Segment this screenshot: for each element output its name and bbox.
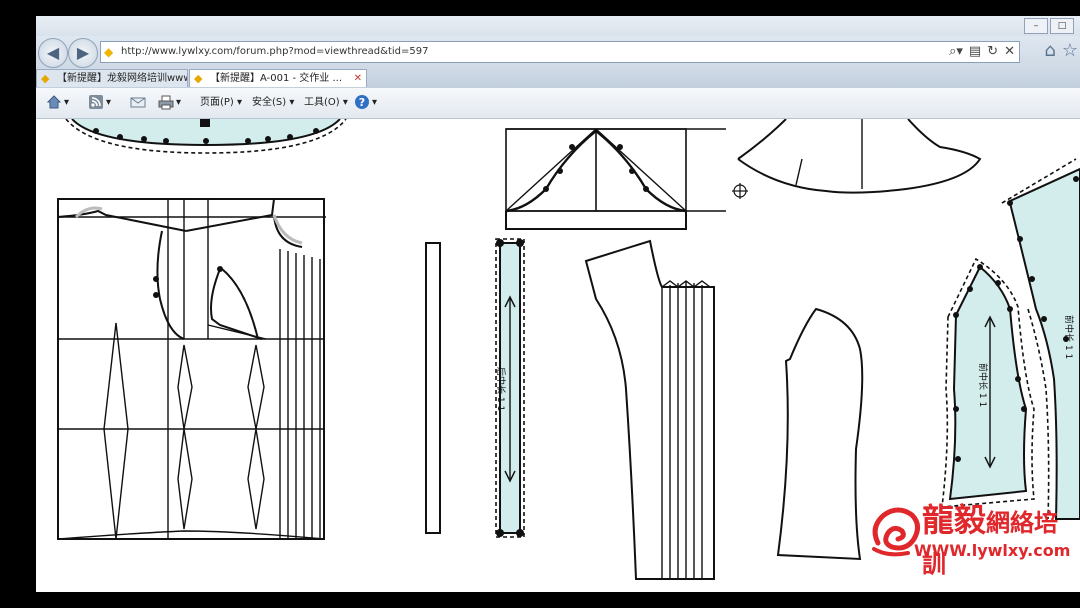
title-bar: – □ xyxy=(36,16,1080,36)
search-dropdown-icon[interactable]: ⌕▾ xyxy=(949,42,963,62)
site-favicon-icon: ◆ xyxy=(104,45,114,59)
home-icon[interactable]: ⌂ xyxy=(1044,40,1055,62)
collar-piece xyxy=(737,119,982,194)
dropdown-arrow-icon: ▾ xyxy=(106,97,112,108)
stop-icon[interactable]: ✕ xyxy=(1004,42,1015,62)
tab-lywlxy-home[interactable]: ◆ 【新提醒】龙毅网络培训www.... xyxy=(36,69,188,87)
front-dimension-label: 前中长 1 1 xyxy=(977,363,989,407)
minimize-button[interactable]: – xyxy=(1024,18,1048,34)
watermark-url: WWW.lywlxy.com xyxy=(914,541,1071,560)
back-button[interactable]: ◀ xyxy=(38,38,68,68)
tab-label: 【新提醒】A-001 - 交作业 ... xyxy=(210,73,342,84)
print-button[interactable]: ▾ xyxy=(158,94,181,112)
refresh-icon[interactable]: ↻ xyxy=(987,42,998,62)
tab-favicon-icon: ◆ xyxy=(194,72,203,85)
watermark-brand-text: 龍毅 xyxy=(922,501,987,539)
command-bar: ▾ ▾ ▾ 页面(P) ▾ 安全(S) ▾ 工具(O) ▾ ? ▾ xyxy=(36,88,1080,119)
navigation-bar: ◀ ▶ ◆ http://www.lywlxy.com/forum.php?mo… xyxy=(36,36,1080,68)
forward-button[interactable]: ▶ xyxy=(68,38,98,68)
toolbar-right-icons: ⌂ ☆ xyxy=(1044,40,1078,62)
star-icon[interactable]: ☆ xyxy=(1062,40,1078,62)
sleeve-cap-draft xyxy=(505,128,726,230)
pleated-side-piece xyxy=(584,239,715,580)
move-cursor-icon xyxy=(732,183,748,199)
top-curved-piece xyxy=(65,119,347,154)
back-arrow-icon: ◀ xyxy=(46,43,60,62)
dropdown-arrow-icon: ▾ xyxy=(372,97,378,108)
page-content: 后中长 1 1 前中长 1 1 前中长 1 1 龍毅網絡培訓 WWW.lywlx… xyxy=(36,119,1080,592)
svg-text:?: ? xyxy=(359,96,365,109)
forward-arrow-icon: ▶ xyxy=(76,43,90,62)
compat-view-icon[interactable]: ▤ xyxy=(969,42,981,62)
address-tools: ⌕▾ ▤ ↻ ✕ xyxy=(949,42,1015,62)
tab-label: 【新提醒】龙毅网络培训www.... xyxy=(57,73,187,84)
printer-icon xyxy=(158,95,174,110)
dropdown-arrow-icon: ▾ xyxy=(64,97,70,108)
url-text[interactable]: http://www.lywlxy.com/forum.php?mod=view… xyxy=(121,42,428,62)
tab-favicon-icon: ◆ xyxy=(41,72,50,85)
lywlxy-watermark: 龍毅網絡培訓 WWW.lywlxy.com xyxy=(864,501,1080,581)
narrow-strip-piece xyxy=(425,242,441,534)
window-controls: – □ xyxy=(1024,18,1074,34)
safety-menu[interactable]: 安全(S) ▾ xyxy=(252,94,294,112)
front-panel-piece xyxy=(941,257,1035,508)
tools-menu[interactable]: 工具(O) ▾ xyxy=(304,94,348,112)
browser-window: – □ ◀ ▶ ◆ http://www.lywlxy.com/forum.ph… xyxy=(36,16,1080,592)
dropdown-arrow-icon: ▾ xyxy=(176,97,182,108)
read-mail-button[interactable] xyxy=(130,94,148,112)
home-icon xyxy=(46,95,62,109)
address-bar[interactable]: ◆ http://www.lywlxy.com/forum.php?mod=vi… xyxy=(100,41,1020,63)
help-button[interactable]: ? ▾ xyxy=(354,94,377,112)
tab-a001-homework[interactable]: ◆ 【新提醒】A-001 - 交作业 ... ✕ xyxy=(189,69,367,87)
feeds-button[interactable]: ▾ xyxy=(88,94,111,112)
side-panel-piece xyxy=(776,307,864,561)
home-menu-button[interactable]: ▾ xyxy=(46,94,69,112)
rss-feed-icon xyxy=(89,95,103,109)
back-dimension-label: 前中长 1 1 xyxy=(1063,315,1075,359)
close-tab-icon[interactable]: ✕ xyxy=(354,70,362,87)
mail-icon xyxy=(130,97,146,108)
tab-bar: ◆ 【新提醒】龙毅网络培训www.... ◆ 【新提醒】A-001 - 交作业 … xyxy=(36,68,1080,88)
strip-dimension-label: 后中长 1 1 xyxy=(495,367,507,411)
bodice-block-draft xyxy=(57,198,326,540)
page-menu[interactable]: 页面(P) ▾ xyxy=(200,94,242,112)
maximize-button[interactable]: □ xyxy=(1050,18,1074,34)
help-icon: ? xyxy=(355,95,369,109)
